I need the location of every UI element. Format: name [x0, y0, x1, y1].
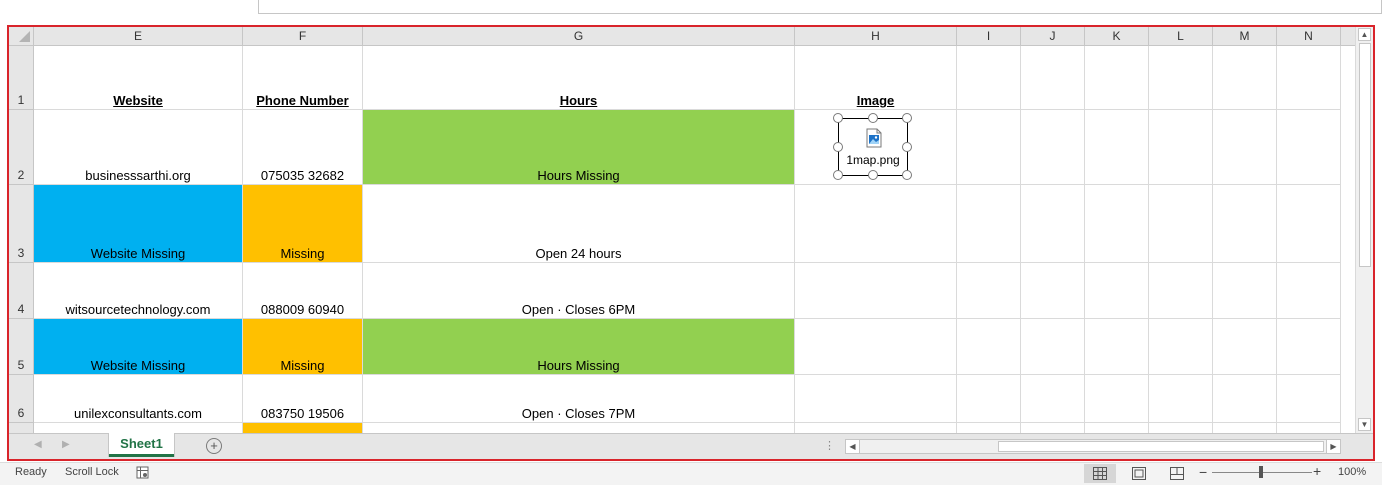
resize-handle-bottom-left[interactable]: [833, 170, 843, 180]
cell-g5[interactable]: Hours Missing: [363, 319, 795, 375]
prev-sheet-icon[interactable]: ◀: [34, 439, 42, 450]
resize-handle-left[interactable]: [833, 142, 843, 152]
cell-g3[interactable]: Open 24 hours: [363, 185, 795, 263]
resize-handle-bottom[interactable]: [868, 170, 878, 180]
formula-area: [0, 0, 1382, 24]
cell-e1[interactable]: Website: [34, 46, 243, 110]
gridline: [957, 262, 1341, 263]
cell-g1[interactable]: Hours: [363, 46, 795, 110]
worksheet-frame: E F G H I J K L M N 1 2 3 4 5 6 Website …: [7, 25, 1375, 461]
row-header-2[interactable]: 2: [9, 110, 34, 185]
zoom-out-icon[interactable]: −: [1199, 464, 1207, 480]
resize-handle-bottom-right[interactable]: [902, 170, 912, 180]
cell-e3[interactable]: Website Missing: [34, 185, 243, 263]
scroll-up-icon[interactable]: ▲: [1358, 28, 1371, 41]
resize-handle-top-left[interactable]: [833, 113, 843, 123]
column-header-j[interactable]: J: [1021, 27, 1085, 46]
row-header-7[interactable]: [9, 423, 34, 433]
normal-view-icon: [1093, 467, 1107, 480]
column-header-h[interactable]: H: [795, 27, 957, 46]
cell-f2[interactable]: 075035 32682: [243, 110, 363, 185]
zoom-slider-thumb[interactable]: [1259, 466, 1263, 478]
page-layout-view-button[interactable]: [1123, 464, 1155, 483]
gridline: [957, 184, 1341, 185]
sheet-tab-sheet1[interactable]: Sheet1: [109, 433, 174, 457]
row-header-4[interactable]: 4: [9, 263, 34, 319]
sheet-tab-bar: ◀ ▶ Sheet1 + ⋮ ◀ ▶: [9, 433, 1373, 459]
cell-h1[interactable]: Image: [795, 46, 957, 110]
row-header-6[interactable]: 6: [9, 375, 34, 423]
cell-e2[interactable]: businesssarthi.org: [34, 110, 243, 185]
row-header-3[interactable]: 3: [9, 185, 34, 263]
cell-g7[interactable]: [363, 423, 795, 433]
image-file-icon: [866, 128, 882, 148]
column-header-i[interactable]: I: [957, 27, 1021, 46]
gridline: [957, 318, 1341, 319]
page-break-view-button[interactable]: [1161, 464, 1193, 483]
formula-bar-input[interactable]: [258, 0, 1382, 14]
cell-h7[interactable]: [795, 423, 957, 433]
horizontal-scroll-thumb[interactable]: [998, 441, 1324, 452]
cell-g2[interactable]: Hours Missing: [363, 110, 795, 185]
status-bar: Ready Scroll Lock − + 100%: [0, 462, 1382, 485]
column-header-k[interactable]: K: [1085, 27, 1149, 46]
zoom-in-icon[interactable]: +: [1313, 463, 1321, 479]
cell-f6[interactable]: 083750 19506: [243, 375, 363, 423]
page-layout-icon: [1132, 467, 1146, 480]
scroll-left-icon[interactable]: ◀: [846, 440, 860, 453]
scroll-down-icon[interactable]: ▼: [1358, 418, 1371, 431]
gridline: [957, 422, 1341, 423]
next-sheet-icon[interactable]: ▶: [62, 439, 70, 450]
status-scroll-lock: Scroll Lock: [65, 466, 119, 478]
status-ready: Ready: [15, 466, 47, 478]
tab-split-handle-icon[interactable]: ⋮: [824, 439, 835, 452]
cell-f5[interactable]: Missing: [243, 319, 363, 375]
zoom-level[interactable]: 100%: [1338, 466, 1366, 478]
cell-h4[interactable]: [795, 263, 957, 319]
cell-h6[interactable]: [795, 375, 957, 423]
cell-h5[interactable]: [795, 319, 957, 375]
select-all-icon: [19, 31, 30, 42]
scroll-right-icon[interactable]: ▶: [1326, 440, 1340, 453]
resize-handle-right[interactable]: [902, 142, 912, 152]
cell-e6[interactable]: unilexconsultants.com: [34, 375, 243, 423]
vertical-scroll-thumb[interactable]: [1359, 43, 1371, 267]
normal-view-button[interactable]: [1084, 464, 1116, 483]
cell-e4[interactable]: witsourcetechnology.com: [34, 263, 243, 319]
cell-f1[interactable]: Phone Number: [243, 46, 363, 110]
macro-recording-icon[interactable]: [136, 466, 149, 479]
cell-f4[interactable]: 088009 60940: [243, 263, 363, 319]
column-header-overflow: [1341, 27, 1355, 46]
embedded-image-object[interactable]: 1map.png: [833, 113, 912, 180]
cell-e7[interactable]: [34, 423, 243, 433]
cell-f7[interactable]: [243, 423, 363, 433]
gridline: [957, 374, 1341, 375]
cell-f3[interactable]: Missing: [243, 185, 363, 263]
select-all-button[interactable]: [9, 27, 34, 46]
column-header-m[interactable]: M: [1213, 27, 1277, 46]
cell-g6[interactable]: Open · Closes 7PM: [363, 375, 795, 423]
cell-g4[interactable]: Open · Closes 6PM: [363, 263, 795, 319]
cell-e5[interactable]: Website Missing: [34, 319, 243, 375]
gridline: [957, 109, 1341, 110]
resize-handle-top-right[interactable]: [902, 113, 912, 123]
row-header-1[interactable]: 1: [9, 46, 34, 110]
column-header-n[interactable]: N: [1277, 27, 1341, 46]
add-sheet-icon[interactable]: +: [206, 438, 222, 454]
column-header-f[interactable]: F: [243, 27, 363, 46]
column-header-g[interactable]: G: [363, 27, 795, 46]
cell-h3[interactable]: [795, 185, 957, 263]
horizontal-scrollbar[interactable]: ◀ ▶: [845, 439, 1341, 454]
page-break-icon: [1170, 467, 1184, 480]
column-header-e[interactable]: E: [34, 27, 243, 46]
resize-handle-top[interactable]: [868, 113, 878, 123]
excel-window: E F G H I J K L M N 1 2 3 4 5 6 Website …: [0, 0, 1382, 485]
vertical-scrollbar[interactable]: ▲ ▼: [1355, 27, 1373, 433]
column-header-l[interactable]: L: [1149, 27, 1213, 46]
row-header-5[interactable]: 5: [9, 319, 34, 375]
image-filename-label: 1map.png: [846, 153, 900, 167]
